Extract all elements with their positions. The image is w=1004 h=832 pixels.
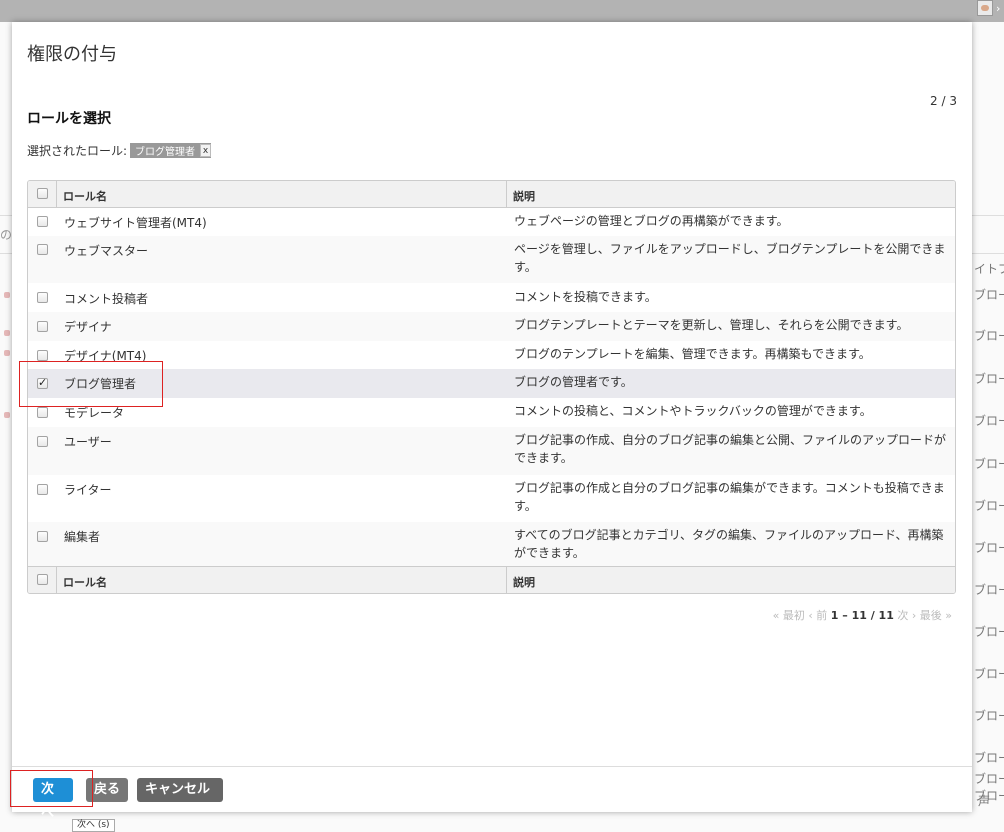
pagination: « 最初 ‹ 前 1 – 11 / 11 次 › 最後 » bbox=[773, 607, 952, 623]
row-checkbox[interactable] bbox=[37, 292, 48, 303]
selected-roles-label: 選択されたロール: bbox=[27, 144, 128, 158]
column-separator bbox=[56, 181, 57, 207]
row-checkbox[interactable] bbox=[37, 321, 48, 332]
role-table: ロール名 説明 ウェブサイト管理者(MT4) ウェブページの管理とブログの再構築… bbox=[27, 180, 956, 594]
top-bar: › bbox=[0, 0, 1004, 22]
user-icon bbox=[4, 412, 10, 418]
column-separator bbox=[506, 181, 507, 207]
background-link: ブロー bbox=[974, 583, 1004, 597]
column-header-description: 説明 bbox=[513, 190, 535, 203]
background-link: ブロー bbox=[974, 457, 1004, 471]
table-row[interactable]: モデレータ コメントの投稿と、コメントやトラックバックの管理ができます。 bbox=[28, 398, 955, 427]
row-checkbox[interactable] bbox=[37, 350, 48, 361]
table-row[interactable]: コメント投稿者 コメントを投稿できます。 bbox=[28, 283, 955, 312]
select-all-checkbox-footer[interactable] bbox=[37, 574, 48, 585]
table-row[interactable]: ウェブマスター ページを管理し、ファイルをアップロードし、ブログテンプレートを公… bbox=[28, 236, 955, 283]
role-name[interactable]: ウェブサイト管理者(MT4) bbox=[64, 214, 207, 231]
role-description: ブログ記事の作成と自分のブログ記事の編集ができます。コメントも投稿できます。 bbox=[514, 481, 945, 513]
background-text: 声 bbox=[978, 794, 991, 808]
column-separator bbox=[56, 567, 57, 593]
column-separator bbox=[506, 567, 507, 593]
background-text: イトブ bbox=[974, 262, 1004, 276]
user-icon bbox=[4, 350, 10, 356]
background-link: ブロー bbox=[974, 288, 1004, 302]
background-link: ブロー bbox=[974, 329, 1004, 343]
role-description: ブログのテンプレートを編集、管理できます。再構築もできます。 bbox=[514, 347, 871, 361]
background-text-fragment: の bbox=[0, 228, 13, 242]
background-link: ブロー bbox=[974, 499, 1004, 513]
row-checkbox[interactable] bbox=[37, 531, 48, 542]
table-header: ロール名 説明 bbox=[28, 181, 955, 208]
table-row[interactable]: ユーザー ブログ記事の作成、自分のブログ記事の編集と公開、ファイルのアップロード… bbox=[28, 427, 955, 475]
grant-permission-dialog: 権限の付与 2 / 3 ロールを選択 選択されたロール: ブログ管理者 x ロー… bbox=[12, 22, 972, 821]
role-name[interactable]: コメント投稿者 bbox=[64, 290, 148, 307]
pager-last: 最後 » bbox=[919, 609, 952, 622]
dialog-title: 権限の付与 bbox=[27, 44, 117, 65]
role-name[interactable]: デザイナ bbox=[64, 318, 112, 335]
step-indicator: 2 / 3 bbox=[930, 94, 957, 108]
role-description: ブログ記事の作成、自分のブログ記事の編集と公開、ファイルのアップロードができます… bbox=[514, 433, 947, 465]
background-link: ブロー bbox=[974, 667, 1004, 681]
role-description: コメントの投稿と、コメントやトラックバックの管理ができます。 bbox=[514, 404, 872, 418]
background-link: ブロー bbox=[974, 772, 1004, 786]
row-checkbox[interactable] bbox=[37, 407, 48, 418]
background-link: ブロー bbox=[974, 751, 1004, 765]
table-footer: ロール名 説明 bbox=[28, 566, 955, 593]
row-checkbox[interactable] bbox=[37, 244, 48, 255]
section-title: ロールを選択 bbox=[27, 111, 111, 127]
column-footer-description: 説明 bbox=[513, 576, 535, 589]
pager-prev: ‹ 前 bbox=[808, 609, 828, 622]
role-description: ブログの管理者です。 bbox=[514, 375, 633, 389]
selected-roles: 選択されたロール: ブログ管理者 x bbox=[27, 142, 212, 159]
row-checkbox[interactable] bbox=[37, 216, 48, 227]
column-footer-role-name[interactable]: ロール名 bbox=[63, 574, 107, 590]
dialog-footer-divider bbox=[12, 766, 972, 767]
background-link: ブロー bbox=[974, 625, 1004, 639]
highlight-box-next-button bbox=[10, 770, 93, 807]
table-row[interactable]: デザイナ(MT4) ブログのテンプレートを編集、管理できます。再構築もできます。 bbox=[28, 341, 955, 369]
tooltip: 次へ (s) bbox=[72, 819, 115, 832]
role-description: すべてのブログ記事とカテゴリ、タグの編集、ファイルのアップロード、再構築ができま… bbox=[514, 528, 944, 560]
chevron-right-icon[interactable]: › bbox=[996, 2, 1000, 15]
user-icon bbox=[4, 330, 10, 336]
role-name[interactable]: 編集者 bbox=[64, 528, 100, 545]
pager-first: « 最初 bbox=[772, 609, 805, 622]
row-checkbox[interactable] bbox=[37, 484, 48, 495]
table-row[interactable]: 編集者 すべてのブログ記事とカテゴリ、タグの編集、ファイルのアップロード、再構築… bbox=[28, 522, 955, 568]
pager-range: 1 – 11 / 11 bbox=[830, 609, 894, 622]
background-link: ブロー bbox=[974, 709, 1004, 723]
background-link: ブロー bbox=[974, 541, 1004, 555]
role-name[interactable]: ウェブマスター bbox=[64, 242, 148, 259]
table-row-selected[interactable]: ブログ管理者 ブログの管理者です。 bbox=[28, 369, 955, 398]
role-description: コメントを投稿できます。 bbox=[514, 290, 657, 304]
table-row[interactable]: ウェブサイト管理者(MT4) ウェブページの管理とブログの再構築ができます。 bbox=[28, 208, 955, 236]
select-all-checkbox[interactable] bbox=[37, 188, 48, 199]
table-row[interactable]: デザイナ ブログテンプレートとテーマを更新し、管理し、それらを公開できます。 bbox=[28, 312, 955, 341]
row-checkbox[interactable] bbox=[37, 436, 48, 447]
role-name[interactable]: ライター bbox=[64, 481, 112, 498]
remove-tag-button[interactable]: x bbox=[200, 144, 212, 157]
cancel-button[interactable]: キャンセル bbox=[137, 778, 223, 802]
avatar-icon[interactable] bbox=[977, 0, 993, 16]
selected-role-tag-label: ブログ管理者 bbox=[135, 147, 196, 158]
table-row[interactable]: ライター ブログ記事の作成と自分のブログ記事の編集ができます。コメントも投稿でき… bbox=[28, 475, 955, 522]
role-name[interactable]: ユーザー bbox=[64, 433, 112, 450]
background-link: ブロー bbox=[974, 372, 1004, 386]
role-description: ウェブページの管理とブログの再構築ができます。 bbox=[514, 214, 789, 228]
highlight-box-selected-role bbox=[19, 361, 163, 407]
column-header-role-name[interactable]: ロール名 bbox=[63, 188, 107, 204]
selected-role-tag: ブログ管理者 x bbox=[130, 143, 212, 158]
background-link: ブロー bbox=[974, 414, 1004, 428]
pager-next: 次 › bbox=[897, 609, 917, 622]
user-icon bbox=[4, 292, 10, 298]
role-description: ブログテンプレートとテーマを更新し、管理し、それらを公開できます。 bbox=[514, 318, 909, 332]
role-description: ページを管理し、ファイルをアップロードし、ブログテンプレートを公開できます。 bbox=[514, 242, 946, 274]
